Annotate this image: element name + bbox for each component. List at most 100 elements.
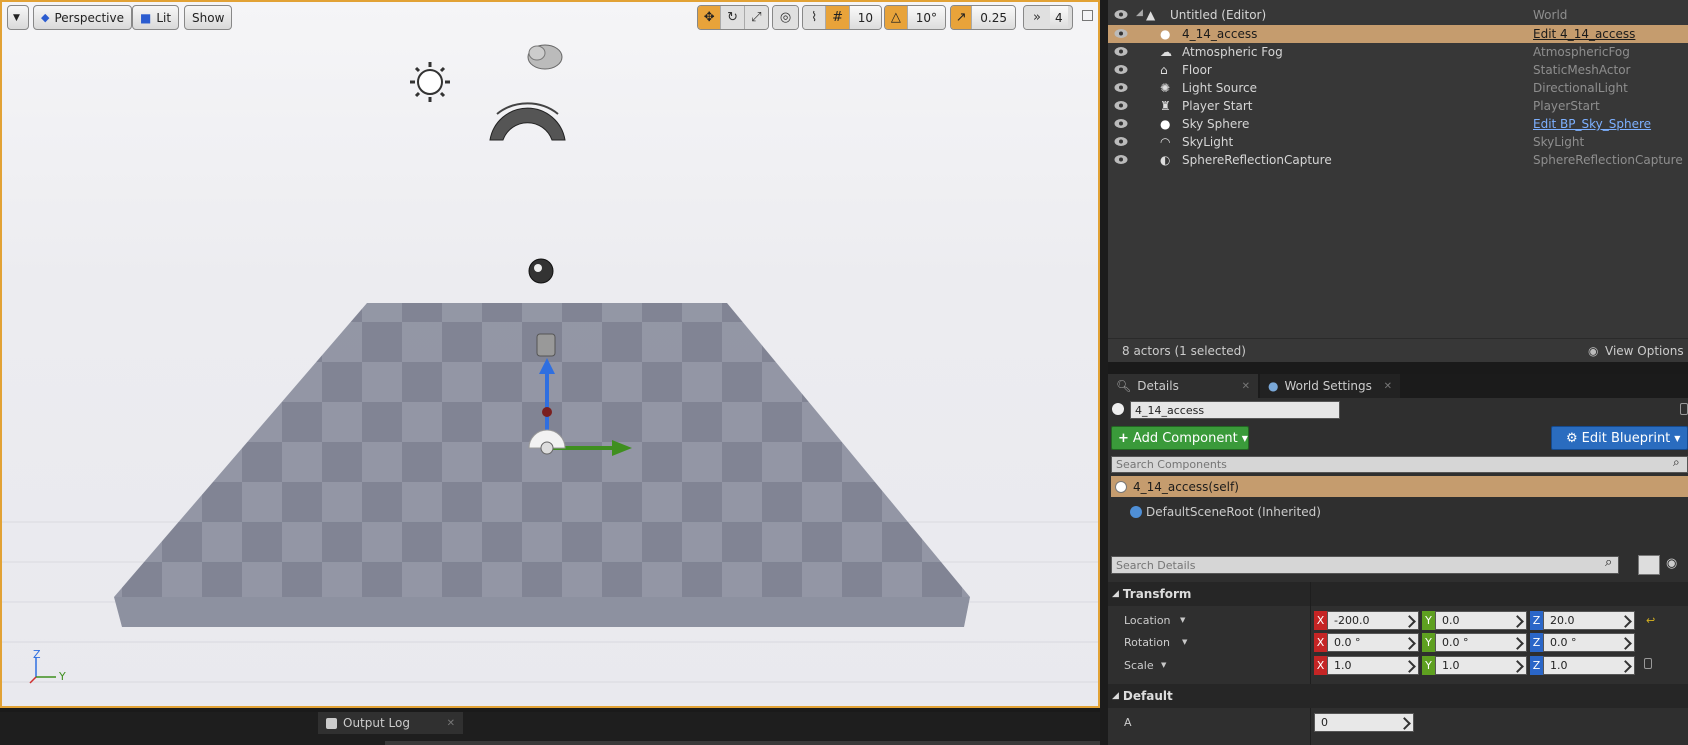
transform-section-header[interactable]: ◢ Transform — [1108, 582, 1688, 606]
lit-cube-icon: ■ — [140, 10, 152, 25]
lock-icon[interactable] — [1680, 403, 1688, 415]
eye-icon[interactable] — [1114, 154, 1128, 165]
outliner-row[interactable]: ♜ Player Start PlayerStart — [1108, 97, 1688, 115]
scale-tool-icon[interactable]: ⤢ — [744, 6, 768, 29]
expand-arrow-icon[interactable]: ◢ — [1136, 8, 1143, 18]
outliner-row-selected[interactable]: ● 4_14_access Edit 4_14_access — [1108, 25, 1688, 43]
tab-details-label: Details — [1137, 379, 1179, 393]
outliner-type-link[interactable]: Edit 4_14_access — [1533, 27, 1635, 41]
rotation-z-field[interactable]: 0.0 ° — [1543, 632, 1635, 652]
location-x-field[interactable]: -200.0 — [1327, 610, 1419, 630]
default-section-header[interactable]: ◢ Default — [1108, 684, 1688, 708]
outliner-row[interactable]: ◐ SphereReflectionCapture SphereReflecti… — [1108, 151, 1688, 169]
outliner-type: AtmosphericFog — [1533, 45, 1630, 59]
outliner-row[interactable]: ◢ ▲ Untitled (Editor) World — [1108, 6, 1688, 24]
outliner-row[interactable]: ● Sky Sphere Edit BP_Sky_Sphere — [1108, 115, 1688, 133]
close-icon[interactable]: ✕ — [447, 718, 455, 729]
eye-icon[interactable] — [1114, 46, 1128, 57]
grid-snap-group: ⌇ # 10 — [802, 5, 882, 30]
actor-name-field[interactable] — [1130, 401, 1340, 419]
outliner-row[interactable]: ◠ SkyLight SkyLight — [1108, 133, 1688, 151]
scale-z-field[interactable]: 1.0 — [1543, 655, 1635, 675]
tab-details[interactable]: 🔍︎ Details ✕ — [1108, 374, 1258, 398]
close-icon[interactable]: ✕ — [1384, 381, 1392, 392]
scale-snap-group: ↗ 0.25 — [950, 5, 1016, 30]
outliner-name: Light Source — [1182, 81, 1257, 95]
outliner-row[interactable]: ⌂ Floor StaticMeshActor — [1108, 61, 1688, 79]
details-search-icon: 🔍︎ — [1116, 379, 1132, 393]
outliner-row[interactable]: ✺ Light Source DirectionalLight — [1108, 79, 1688, 97]
location-y-field[interactable]: 0.0 — [1435, 610, 1527, 630]
scale-y-field[interactable]: 1.0 — [1435, 655, 1527, 675]
scale-label[interactable]: Scale — [1124, 659, 1154, 672]
y-axis-tag: Y — [1422, 610, 1435, 630]
outliner-type: SphereReflectionCapture — [1533, 153, 1683, 167]
chevron-down-icon: ▼ — [1161, 661, 1167, 669]
eye-icon[interactable]: ◉ — [1666, 556, 1677, 571]
lock-icon[interactable] — [1644, 658, 1652, 669]
location-z-field[interactable]: 20.0 — [1543, 610, 1635, 630]
scale-snap-icon[interactable]: ↗ — [951, 6, 973, 29]
property-matrix-icon[interactable] — [1638, 555, 1660, 575]
world-local-toggle[interactable]: ◎ — [772, 5, 799, 30]
rotation-snap-value[interactable]: 10° — [907, 6, 945, 29]
globe-icon: ◎ — [773, 6, 798, 29]
perspective-button[interactable]: ◆ Perspective — [33, 5, 132, 30]
rotation-label[interactable]: Rotation — [1124, 636, 1170, 649]
a-row: A 0 — [1108, 711, 1688, 733]
scene-component-icon — [1130, 506, 1142, 518]
a-value-field[interactable]: 0 — [1314, 712, 1414, 732]
eye-icon[interactable] — [1114, 118, 1128, 129]
eye-icon: ◉ — [1588, 344, 1599, 358]
grid-snap-value[interactable]: 10 — [849, 6, 881, 29]
level-viewport[interactable]: Z Y ▼ ◆ Perspective ■ Lit Show ✥ ↻ ⤢ ◎ ⌇… — [0, 0, 1100, 708]
eye-icon[interactable] — [1114, 136, 1128, 147]
close-icon[interactable]: ✕ — [1242, 381, 1250, 392]
outliner-type: PlayerStart — [1533, 99, 1600, 113]
actor-count-status: 8 actors (1 selected) — [1122, 343, 1246, 358]
outliner-row[interactable]: ☁ Atmospheric Fog AtmosphericFog — [1108, 43, 1688, 61]
add-component-button[interactable]: + Add Component ▼ — [1111, 426, 1249, 450]
component-row-root[interactable]: DefaultSceneRoot (Inherited) — [1130, 502, 1321, 522]
eye-icon[interactable] — [1114, 28, 1128, 39]
outliner-type-link[interactable]: Edit BP_Sky_Sphere — [1533, 117, 1651, 131]
move-tool-icon[interactable]: ✥ — [698, 6, 722, 29]
scale-x-field[interactable]: 1.0 — [1327, 655, 1419, 675]
perspective-label: Perspective — [54, 10, 124, 25]
eye-icon[interactable] — [1114, 64, 1128, 75]
tab-output-log[interactable]: Output Log ✕ — [318, 712, 463, 734]
output-log-label: Output Log — [343, 716, 410, 730]
rotate-tool-icon[interactable]: ↻ — [721, 6, 745, 29]
z-axis-tag: Z — [1530, 632, 1543, 652]
rotation-snap-icon[interactable]: △ — [885, 6, 908, 29]
rotation-x-field[interactable]: 0.0 ° — [1327, 632, 1419, 652]
maximize-icon[interactable] — [1082, 10, 1093, 21]
eye-icon[interactable] — [1114, 100, 1128, 111]
edit-blueprint-button[interactable]: ⚙ Edit Blueprint ▼ — [1551, 426, 1688, 450]
component-row-self[interactable]: 4_14_access(self) — [1111, 476, 1688, 497]
tab-world-settings[interactable]: ● World Settings ✕ — [1260, 374, 1400, 398]
outliner-name: Sky Sphere — [1182, 117, 1250, 131]
x-axis-tag: X — [1314, 632, 1327, 652]
grid-snap-icon[interactable]: # — [826, 6, 850, 29]
view-options-button[interactable]: View Options — [1605, 344, 1684, 358]
search-details-input[interactable] — [1111, 556, 1619, 574]
show-button[interactable]: Show — [184, 5, 233, 30]
eye-icon[interactable] — [1114, 82, 1128, 93]
splitter[interactable] — [1100, 0, 1108, 745]
rotation-y-field[interactable]: 0.0 ° — [1435, 632, 1527, 652]
reset-arrow-icon[interactable]: ↩ — [1646, 614, 1655, 627]
camera-speed-group[interactable]: » 4 — [1023, 5, 1073, 30]
viewport-menu-button[interactable]: ▼ — [7, 5, 29, 30]
scale-snap-value[interactable]: 0.25 — [972, 6, 1015, 29]
bottom-panel: Output Log ✕ — [0, 712, 1100, 745]
eye-icon[interactable] — [1114, 9, 1128, 20]
chevron-down-icon: ▼ — [1674, 433, 1681, 443]
search-components-input[interactable] — [1111, 456, 1688, 473]
lit-button[interactable]: ■ Lit — [132, 5, 180, 30]
outliner-type: SkyLight — [1533, 135, 1585, 149]
location-label[interactable]: Location — [1124, 614, 1171, 627]
surface-snap-icon[interactable]: ⌇ — [803, 6, 827, 29]
output-log-content-strip — [385, 741, 1100, 745]
actor-sphere-icon: ● — [1160, 27, 1171, 41]
